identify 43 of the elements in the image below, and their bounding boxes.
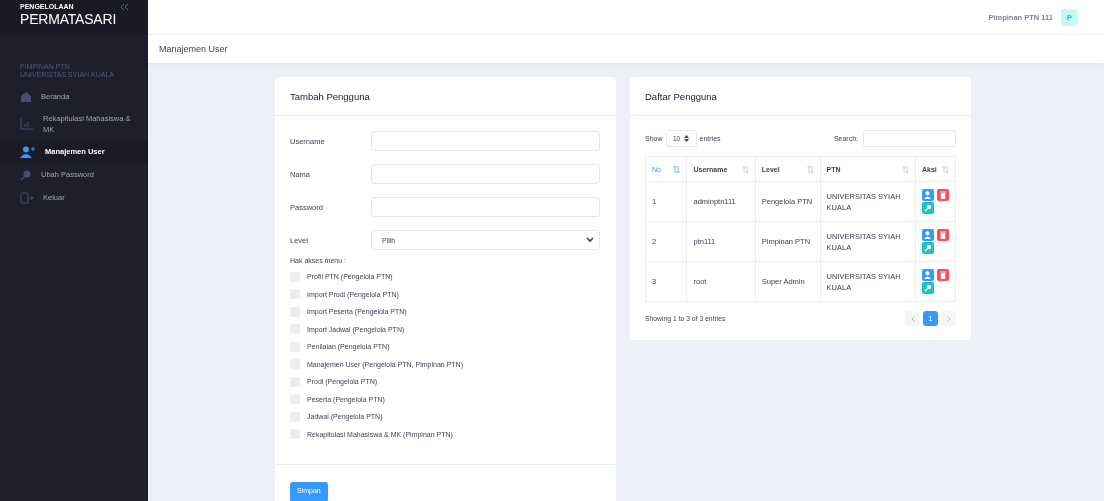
delete-button[interactable] bbox=[937, 189, 949, 201]
page-title: Manajemen User bbox=[159, 44, 228, 54]
caret-icon bbox=[586, 237, 594, 243]
key-icon bbox=[20, 168, 32, 181]
trash-icon bbox=[940, 271, 946, 279]
reset-password-button[interactable] bbox=[922, 202, 934, 214]
chevron-right-icon bbox=[946, 315, 951, 322]
reset-password-button[interactable] bbox=[922, 282, 934, 294]
previous-page-button[interactable] bbox=[905, 311, 920, 326]
input-field[interactable] bbox=[371, 131, 600, 151]
key-icon bbox=[924, 204, 932, 212]
chart-icon bbox=[20, 118, 34, 130]
input-field[interactable] bbox=[371, 164, 600, 184]
user-add-icon bbox=[20, 145, 36, 158]
password-field[interactable] bbox=[371, 197, 600, 217]
user-icon bbox=[924, 191, 932, 199]
home-icon bbox=[20, 91, 32, 102]
sort-caret-icon bbox=[684, 135, 690, 142]
edit-user-button[interactable] bbox=[922, 269, 934, 281]
next-page-button[interactable] bbox=[941, 311, 956, 326]
delete-button[interactable] bbox=[937, 229, 949, 241]
sort-icon bbox=[806, 165, 814, 173]
edit-user-button[interactable] bbox=[922, 229, 934, 241]
reset-password-button[interactable] bbox=[922, 242, 934, 254]
card-title: Daftar Pengguna bbox=[645, 90, 717, 102]
user-icon bbox=[924, 231, 932, 239]
chevron-left-icon bbox=[910, 315, 915, 322]
brand-name: PERMATASARI bbox=[20, 11, 117, 27]
sort-icon bbox=[673, 165, 681, 173]
sort-icon bbox=[942, 165, 949, 173]
key-icon bbox=[924, 244, 932, 252]
user-icon bbox=[924, 271, 932, 279]
trash-icon bbox=[940, 191, 946, 199]
exit-icon bbox=[20, 191, 34, 204]
sort-icon bbox=[902, 165, 909, 173]
edit-user-button[interactable] bbox=[922, 189, 934, 201]
search-field[interactable] bbox=[863, 130, 956, 147]
trash-icon bbox=[940, 231, 946, 239]
card-title: Tambah Pengguna bbox=[290, 90, 370, 102]
sort-icon bbox=[741, 165, 749, 173]
delete-button[interactable] bbox=[937, 269, 949, 281]
collapse-icon[interactable] bbox=[120, 3, 130, 11]
key-icon bbox=[924, 284, 932, 292]
